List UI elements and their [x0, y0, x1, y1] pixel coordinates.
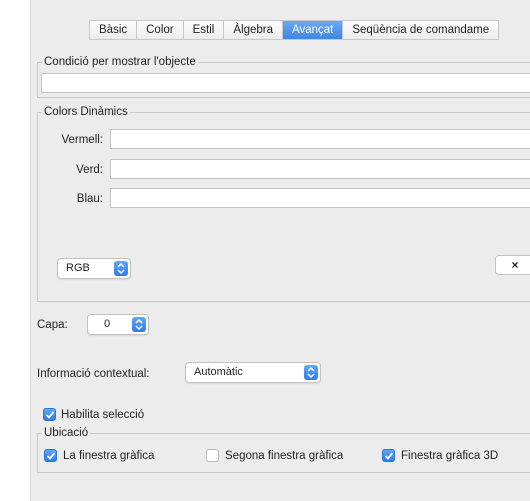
location-3d-checkbox[interactable]: [382, 449, 395, 462]
layer-label: Capa:: [37, 319, 68, 331]
tab-bar: Bàsic Color Estil Àlgebra Avançat Seqüèn…: [89, 20, 500, 40]
red-input[interactable]: [110, 129, 530, 149]
location-group: Ubicació La finestra gràfica Segona fine…: [37, 426, 530, 473]
layer-select[interactable]: 0: [87, 314, 149, 335]
tooltip-value: Automàtic: [194, 366, 243, 378]
tab-style[interactable]: Estil: [184, 21, 225, 39]
color-space-select[interactable]: RGB: [57, 258, 131, 279]
red-label: Vermell:: [61, 134, 103, 146]
properties-panel: Bàsic Color Estil Àlgebra Avançat Seqüèn…: [30, 0, 530, 501]
tab-scripting[interactable]: Seqüència de comandame: [343, 21, 500, 39]
chevron-updown-icon: [132, 317, 146, 332]
location-graphics2-checkbox[interactable]: [206, 449, 219, 462]
clear-colors-button[interactable]: ×: [495, 255, 530, 275]
tab-basic[interactable]: Bàsic: [90, 21, 138, 39]
location-title: Ubicació: [42, 426, 91, 440]
location-3d-label: Finestra gràfica 3D: [401, 450, 499, 462]
blue-input[interactable]: [110, 188, 530, 208]
selection-label: Habilita selecció: [61, 409, 145, 421]
location-graphics-checkbox[interactable]: [44, 449, 57, 462]
location-graphics2-label: Segona finestra gràfica: [225, 450, 344, 462]
condition-group-title: Condició per mostrar l'objecte: [42, 55, 198, 69]
chevron-updown-icon: [114, 261, 128, 276]
tab-algebra[interactable]: Àlgebra: [224, 21, 283, 39]
tooltip-select[interactable]: Automàtic: [185, 362, 321, 383]
green-input[interactable]: [110, 159, 530, 179]
selection-checkbox[interactable]: [43, 408, 56, 421]
chevron-updown-icon: [304, 365, 318, 380]
green-label: Verd:: [76, 164, 103, 176]
blue-label: Blau:: [76, 193, 103, 205]
layer-value: 0: [104, 318, 111, 330]
tab-color[interactable]: Color: [137, 21, 184, 39]
location-graphics-label: La finestra gràfica: [63, 450, 155, 462]
condition-input[interactable]: [41, 73, 530, 93]
color-space-value: RGB: [66, 262, 90, 274]
condition-group: Condició per mostrar l'objecte: [37, 55, 530, 98]
tab-advanced[interactable]: Avançat: [282, 21, 344, 39]
tooltip-label: Informació contextual:: [37, 368, 150, 380]
dynamic-colors-title: Colors Dinàmics: [42, 105, 130, 119]
